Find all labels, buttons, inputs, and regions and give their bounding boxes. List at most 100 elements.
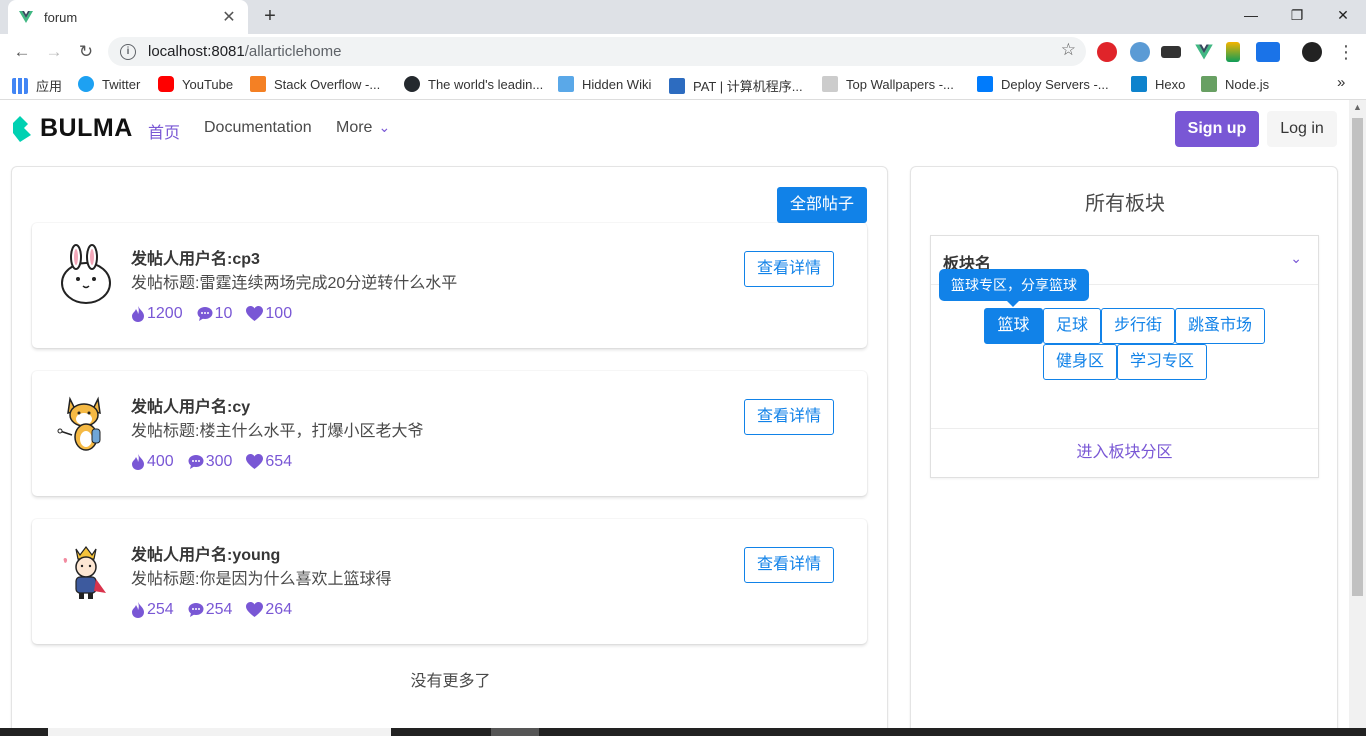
minimize-icon[interactable]: — xyxy=(1228,0,1274,30)
bookmark-label: The world's leadin... xyxy=(428,76,544,92)
browser-tab[interactable]: forum ✕ xyxy=(8,0,248,34)
tampermonkey-extension-icon[interactable] xyxy=(1130,42,1150,62)
post-item: 发帖人用户名:cy 发帖标题:楼主什么水平，打爆小区老大爷 400 300 65… xyxy=(32,371,867,496)
tag-fitness[interactable]: 健身区 xyxy=(1043,344,1117,380)
avatar xyxy=(63,546,106,599)
bookmark-nodejs[interactable]: Node.js xyxy=(1201,76,1269,92)
heart-icon xyxy=(246,454,264,469)
views-count: 1200 xyxy=(147,305,183,322)
page-scrollbar[interactable]: ▲ xyxy=(1349,100,1366,728)
twitter-icon xyxy=(78,76,94,92)
tag-basketball[interactable]: 篮球 xyxy=(984,308,1043,344)
brand-text: BULMA xyxy=(40,114,133,142)
comment-icon xyxy=(188,603,204,617)
browser-tab-strip: forum ✕ + — ❐ ✕ xyxy=(0,0,1366,34)
bulma-logo-icon xyxy=(13,115,31,142)
bookmark-youtube[interactable]: YouTube xyxy=(158,76,233,92)
nav-more-label: More xyxy=(336,119,373,136)
chevron-down-icon: ⌄ xyxy=(378,119,391,135)
bookmark-stackoverflow[interactable]: Stack Overflow -... xyxy=(250,76,380,92)
new-tab-button[interactable]: + xyxy=(258,5,282,29)
nav-more[interactable]: More ⌄ xyxy=(336,119,390,137)
adblock-extension-icon[interactable] xyxy=(1097,42,1117,62)
folder-icon xyxy=(558,76,574,92)
bookmark-twitter[interactable]: Twitter xyxy=(78,76,140,92)
restore-icon[interactable]: ❐ xyxy=(1274,0,1320,30)
taskbar-search[interactable] xyxy=(48,728,391,736)
reload-icon[interactable]: ↻ xyxy=(74,40,98,64)
views-stat: 254 xyxy=(131,601,174,619)
views-stat: 400 xyxy=(131,453,174,471)
vue-devtools-icon[interactable] xyxy=(1194,42,1214,62)
stackoverflow-icon xyxy=(250,76,266,92)
nodejs-icon xyxy=(1201,76,1217,92)
tag-tooltip: 篮球专区，分享篮球 xyxy=(939,269,1089,307)
tag-pedestrian-street[interactable]: 步行街 xyxy=(1101,308,1175,344)
new-extension-icon[interactable] xyxy=(1256,42,1280,62)
url-path: /allarticlehome xyxy=(244,43,342,60)
comments-count: 300 xyxy=(205,453,233,470)
navbar: BULMA 首页 Documentation More ⌄ Sign up Log… xyxy=(0,100,1349,156)
all-posts-button[interactable]: 全部帖子 xyxy=(777,187,867,223)
tag-football[interactable]: 足球 xyxy=(1043,308,1101,344)
post-username: 发帖人用户名:cp3 xyxy=(131,251,260,268)
profile-avatar[interactable] xyxy=(1302,42,1322,62)
bookmark-star-icon[interactable]: ☆ xyxy=(1061,40,1076,60)
bookmark-apps[interactable]: 应用 xyxy=(12,76,62,95)
site-info-icon[interactable]: i xyxy=(120,43,136,60)
heart-icon xyxy=(246,602,264,617)
login-button[interactable]: Log in xyxy=(1267,111,1337,147)
view-detail-button[interactable]: 查看详情 xyxy=(744,547,834,583)
nav-home[interactable]: 首页 xyxy=(148,119,180,143)
download-extension-icon[interactable] xyxy=(1226,42,1240,62)
bookmark-github[interactable]: The world's leadin... xyxy=(404,76,543,92)
bookmark-vultr[interactable]: Deploy Servers -... xyxy=(977,76,1109,92)
bookmark-label: Node.js xyxy=(1225,76,1270,92)
menu-kebab-icon[interactable]: ⋮ xyxy=(1334,40,1358,64)
chevron-down-icon[interactable]: ⌄ xyxy=(1290,250,1302,267)
fire-icon xyxy=(132,602,144,618)
bookmark-label: 应用 xyxy=(36,79,63,94)
tag-flea-market[interactable]: 跳蚤市场 xyxy=(1175,308,1265,344)
likes-stat: 654 xyxy=(246,453,292,471)
apps-grid-icon xyxy=(12,77,28,94)
board-collapse: 板块名 ⌄ 篮球专区，分享篮球 篮球 足球 步行街 跳蚤市场 健身区 学习专区 … xyxy=(930,235,1319,478)
view-detail-button[interactable]: 查看详情 xyxy=(744,251,834,287)
window-close-icon[interactable]: ✕ xyxy=(1320,0,1366,30)
post-title[interactable]: 发帖标题:楼主什么水平，打爆小区老大爷 xyxy=(131,417,423,441)
url-input[interactable]: i localhost:8081/allarticlehome ☆ xyxy=(108,37,1086,66)
bookmark-hexo[interactable]: Hexo xyxy=(1131,76,1185,92)
enter-board-link[interactable]: 进入板块分区 xyxy=(931,428,1318,477)
tab-close-icon[interactable]: ✕ xyxy=(220,7,238,27)
post-title[interactable]: 发帖标题:你是因为什么喜欢上篮球得 xyxy=(131,565,391,589)
post-stats: 1200 10 100 xyxy=(131,305,306,323)
more-bookmarks-icon[interactable]: » xyxy=(1337,74,1345,91)
comment-icon xyxy=(197,307,213,321)
post-title[interactable]: 发帖标题:雷霆连续两场完成20分逆转什么水平 xyxy=(131,269,457,293)
bookmark-hidden-wiki[interactable]: Hidden Wiki xyxy=(558,76,651,92)
signup-button[interactable]: Sign up xyxy=(1175,111,1259,147)
nav-documentation[interactable]: Documentation xyxy=(204,119,312,137)
post-username: 发帖人用户名:cy xyxy=(131,399,251,416)
bookmark-label: YouTube xyxy=(182,76,234,92)
scrollbar-thumb[interactable] xyxy=(1352,118,1363,596)
wallpaper-icon xyxy=(822,76,838,92)
no-more-text: 没有更多了 xyxy=(410,673,491,690)
view-detail-button[interactable]: 查看详情 xyxy=(744,399,834,435)
forward-arrow-icon[interactable]: → xyxy=(42,40,66,64)
bookmark-pat[interactable]: PAT | 计算机程序... xyxy=(669,76,803,95)
scroll-up-icon[interactable]: ▲ xyxy=(1353,102,1362,112)
incognito-extension-icon[interactable] xyxy=(1161,46,1181,58)
likes-stat: 100 xyxy=(246,305,292,323)
taskbar-app[interactable] xyxy=(491,728,539,736)
bookmark-label: Twitter xyxy=(102,76,141,92)
bookmark-wallpapers[interactable]: Top Wallpapers -... xyxy=(822,76,954,92)
views-stat: 1200 xyxy=(131,305,183,323)
url-host: localhost:8081 xyxy=(148,43,245,60)
brand-logo[interactable]: BULMA xyxy=(12,114,133,143)
tag-study[interactable]: 学习专区 xyxy=(1117,344,1207,380)
back-arrow-icon[interactable]: ← xyxy=(10,40,34,64)
bookmark-label: Top Wallpapers -... xyxy=(846,76,954,92)
pat-icon xyxy=(669,77,685,94)
post-stats: 400 300 654 xyxy=(131,453,306,471)
